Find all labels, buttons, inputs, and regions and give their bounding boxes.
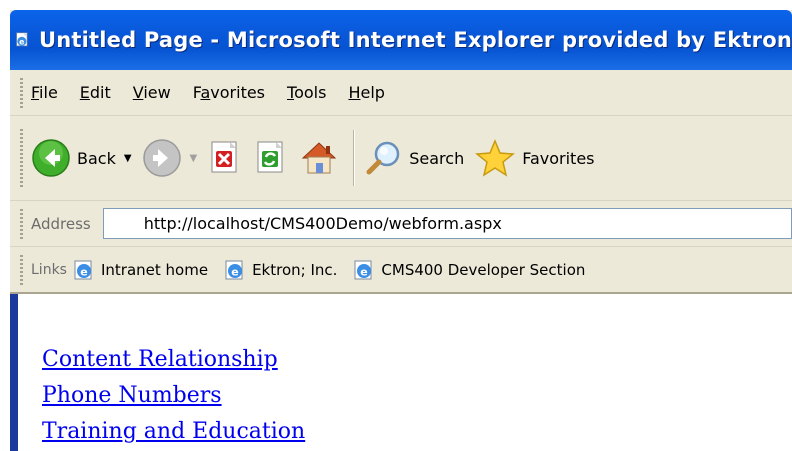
ie-link-icon: e: [354, 260, 372, 279]
link-phone-numbers[interactable]: Phone Numbers: [42, 378, 305, 414]
menu-help[interactable]: Help: [348, 83, 384, 102]
address-input[interactable]: http://localhost/CMS400Demo/webform.aspx: [102, 208, 792, 239]
links-bar: Links e Intranet home e Ektron; Inc. e C…: [10, 247, 792, 294]
back-button[interactable]: Back ▼: [31, 138, 132, 178]
link-label: CMS400 Developer Section: [381, 260, 586, 279]
link-intranet-home[interactable]: e Intranet home: [73, 259, 208, 281]
back-dropdown-icon[interactable]: ▼: [124, 153, 132, 164]
address-label: Address: [31, 214, 91, 233]
link-training-and-education[interactable]: Training and Education: [42, 414, 305, 450]
menu-bar: File Edit View Favorites Tools Help: [10, 70, 792, 116]
menubar-grip[interactable]: [20, 77, 23, 108]
home-button[interactable]: [299, 138, 339, 178]
browser-window: e Untitled Page - Microsoft Internet Exp…: [10, 10, 792, 451]
forward-arrow-icon: [142, 139, 181, 177]
window-title: Untitled Page - Microsoft Internet Explo…: [38, 28, 792, 52]
links-label: Links: [31, 261, 67, 278]
page-link-list: Content Relationship Phone Numbers Train…: [42, 342, 305, 450]
link-label: Ektron; Inc.: [252, 260, 338, 279]
back-label: Back: [77, 148, 116, 168]
addressbar-grip[interactable]: [20, 208, 23, 239]
ie-page-icon: e: [16, 32, 28, 47]
address-url[interactable]: http://localhost/CMS400Demo/webform.aspx: [144, 214, 502, 233]
svg-text:e: e: [80, 265, 87, 278]
address-bar: Address http://localhost/CMS400Demo/webf…: [10, 201, 792, 247]
linksbar-grip[interactable]: [20, 254, 23, 285]
toolbar-grip[interactable]: [20, 129, 23, 187]
title-bar[interactable]: e Untitled Page - Microsoft Internet Exp…: [10, 10, 792, 70]
favorites-star-icon: [475, 139, 516, 177]
svg-text:e: e: [19, 38, 24, 47]
menu-tools[interactable]: Tools: [287, 83, 326, 102]
search-label: Search: [409, 148, 465, 168]
menu-edit[interactable]: Edit: [80, 83, 111, 102]
menu-file[interactable]: File: [31, 83, 58, 102]
search-button[interactable]: Search: [363, 138, 464, 178]
link-content-relationship[interactable]: Content Relationship: [42, 342, 305, 378]
favorites-label: Favorites: [522, 148, 595, 168]
svg-text:e: e: [231, 265, 238, 278]
forward-dropdown-icon[interactable]: ▼: [190, 153, 198, 164]
refresh-icon: [257, 141, 283, 173]
menu-view[interactable]: View: [133, 83, 171, 102]
forward-button[interactable]: ▼: [142, 138, 198, 178]
ie-link-icon: e: [74, 260, 92, 279]
refresh-button[interactable]: [253, 138, 289, 178]
stop-button[interactable]: [207, 138, 243, 178]
menu-favorites[interactable]: Favorites: [193, 83, 265, 102]
link-label: Intranet home: [100, 260, 209, 279]
link-ektron-inc[interactable]: e Ektron; Inc.: [224, 259, 337, 281]
favorites-button[interactable]: Favorites: [474, 138, 595, 178]
svg-text:e: e: [361, 265, 368, 278]
standard-toolbar: Back ▼ ▼ Search Favorites: [10, 116, 792, 201]
toolbar-separator: [353, 130, 356, 186]
stop-icon: [211, 141, 237, 173]
link-cms400-developer-section[interactable]: e CMS400 Developer Section: [353, 259, 585, 281]
ie-link-icon: e: [225, 260, 243, 279]
page-content: Content Relationship Phone Numbers Train…: [10, 294, 792, 451]
home-icon: [301, 142, 337, 174]
back-arrow-icon: [32, 139, 70, 177]
search-icon: [366, 141, 400, 175]
